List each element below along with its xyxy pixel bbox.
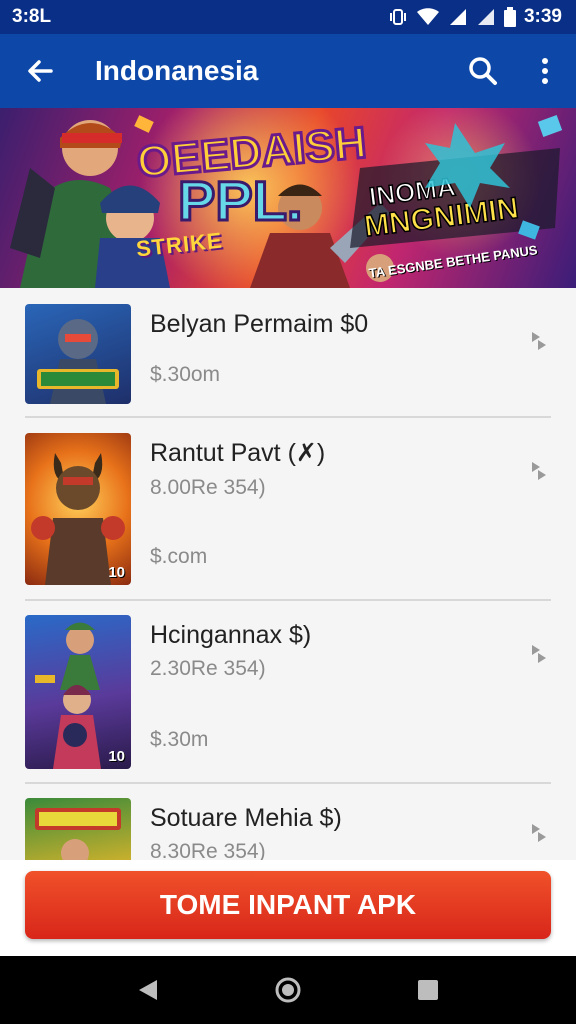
- item-title: Belyan Permaim $0: [150, 310, 369, 338]
- app-thumbnail: 10: [25, 615, 131, 769]
- status-clock: 3:39: [523, 6, 562, 27]
- nav-back-button[interactable]: [128, 970, 168, 1010]
- navigation-bar: [0, 956, 576, 1024]
- nav-recents-button[interactable]: [408, 970, 448, 1010]
- more-options-button[interactable]: [514, 34, 576, 108]
- item-subtitle: 2.30Re 354): [150, 657, 266, 680]
- status-time: 3:8L: [12, 6, 52, 27]
- item-price: $.30m: [150, 728, 209, 751]
- app-list: Belyan Permaim $0 $.30om 10 Rantut Pavt …: [0, 288, 576, 860]
- list-item[interactable]: Sotuare Mehia $) 8.30Re 354): [0, 784, 576, 860]
- vibrate-icon: [389, 9, 406, 25]
- app-thumbnail: [25, 798, 131, 860]
- download-icon[interactable]: [526, 820, 552, 846]
- download-icon[interactable]: [526, 328, 552, 354]
- nav-home-icon: [275, 977, 301, 1003]
- nav-recents-icon: [418, 980, 438, 1000]
- svg-text:PPL.: PPL.: [178, 169, 302, 232]
- item-subtitle: 8.30Re 354): [150, 840, 266, 860]
- status-bar: 3:8L 3:39: [0, 0, 576, 34]
- list-item[interactable]: 10 Hcingannax $) 2.30Re 354) $.30m: [0, 601, 576, 784]
- download-icon[interactable]: [526, 458, 552, 484]
- footer: TOME INPANT APK: [0, 860, 576, 956]
- app-thumbnail: [25, 304, 131, 404]
- thumbnail-badge: 10: [108, 564, 125, 581]
- list-item[interactable]: 10 Rantut Pavt (✗) 8.00Re 354) $.com: [0, 418, 576, 601]
- battery-icon: [503, 7, 516, 27]
- wifi-icon: [416, 8, 439, 25]
- nav-back-icon: [139, 980, 157, 1000]
- search-button[interactable]: [452, 34, 514, 108]
- app-bar: Indonanesia: [0, 34, 576, 108]
- search-icon: [469, 57, 497, 85]
- item-price: $.com: [150, 545, 208, 568]
- page-title: Indonanesia: [95, 55, 259, 86]
- download-icon[interactable]: [526, 641, 552, 667]
- app-thumbnail: 10: [25, 433, 131, 585]
- back-button[interactable]: [0, 34, 80, 108]
- item-price: $.30om: [150, 363, 221, 386]
- nav-home-button[interactable]: [268, 970, 308, 1010]
- status-icons: 3:39: [388, 6, 562, 28]
- item-title: Rantut Pavt (✗): [150, 439, 326, 467]
- signal-icon: [449, 9, 466, 25]
- signal-icon-2: [477, 9, 494, 25]
- list-item[interactable]: Belyan Permaim $0 $.30om: [0, 288, 576, 418]
- thumbnail-badge: 10: [108, 748, 125, 765]
- item-subtitle: 8.00Re 354): [150, 476, 266, 499]
- more-vert-icon: [542, 58, 548, 84]
- item-title: Sotuare Mehia $): [150, 804, 342, 832]
- install-apk-button[interactable]: TOME INPANT APK: [25, 871, 551, 939]
- back-arrow-icon: [28, 60, 53, 82]
- item-title: Hcingannax $): [150, 621, 312, 649]
- promo-banner[interactable]: OEEDAISH PPL. INOMA MNGNIMIN STRIKE TA E…: [0, 108, 576, 288]
